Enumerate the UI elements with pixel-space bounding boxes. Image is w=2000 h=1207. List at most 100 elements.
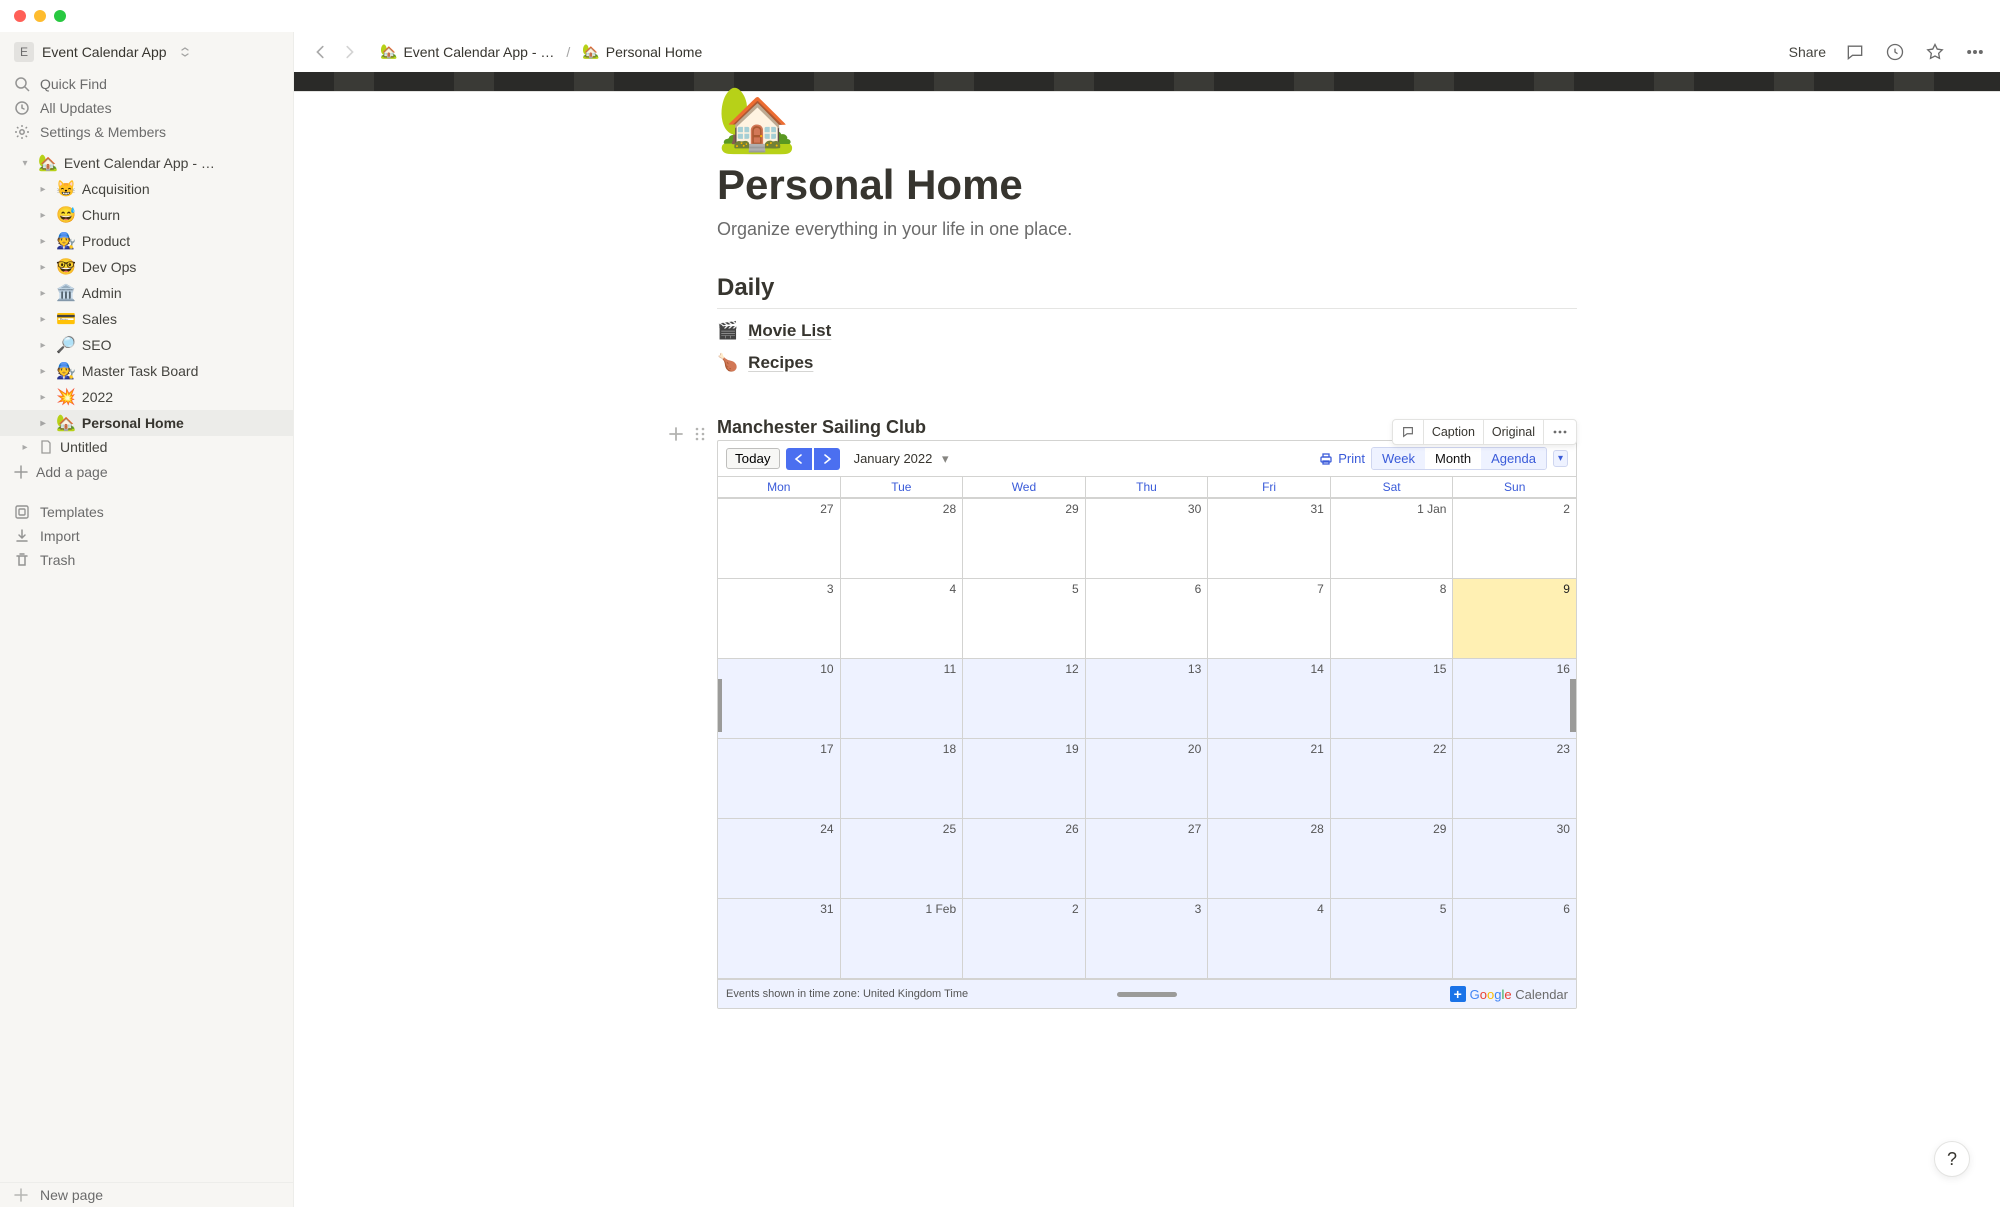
chevron-right-icon[interactable]: ▸ [36,236,50,247]
calendar-view-agenda[interactable]: Agenda [1481,448,1546,469]
calendar-day-cell[interactable]: 30 [1086,499,1209,579]
page-link-movie-list[interactable]: 🎬 Movie List [717,321,1577,341]
calendar-next-button[interactable] [814,448,840,470]
calendar-day-cell[interactable]: 5 [1331,899,1454,979]
calendar-day-cell[interactable]: 9 [1453,579,1576,659]
chevron-right-icon[interactable]: ▸ [36,262,50,273]
all-updates[interactable]: All Updates [0,96,293,120]
calendar-day-cell[interactable]: 18 [841,739,964,819]
quick-find[interactable]: Quick Find [0,72,293,96]
embed-original-button[interactable]: Original [1484,420,1544,444]
page-link-recipes[interactable]: 🍗 Recipes [717,353,1577,373]
share-button[interactable]: Share [1789,44,1826,60]
calendar-view-month[interactable]: Month [1425,448,1481,469]
trash-button[interactable]: Trash [0,548,293,572]
breadcrumb-item[interactable]: 🏡 Personal Home [578,41,706,62]
calendar-day-cell[interactable]: 5 [963,579,1086,659]
chevron-right-icon[interactable]: ▸ [36,184,50,195]
chevron-right-icon[interactable]: ▸ [36,288,50,299]
workspace-switcher[interactable]: E Event Calendar App [0,32,293,72]
calendar-day-cell[interactable]: 3 [1086,899,1209,979]
sidebar-item-product[interactable]: ▸🧑‍🔧Product [0,228,293,254]
breadcrumb-item[interactable]: 🏡 Event Calendar App - … [376,41,558,62]
chevron-right-icon[interactable]: ▸ [36,340,50,351]
new-page-button[interactable]: New page [0,1183,293,1207]
nav-forward-button[interactable] [338,41,360,63]
calendar-day-cell[interactable]: 29 [1331,819,1454,899]
chevron-right-icon[interactable]: ▸ [36,418,50,429]
calendar-day-cell[interactable]: 21 [1208,739,1331,819]
sidebar-item-acquisition[interactable]: ▸😸Acquisition [0,176,293,202]
calendar-day-cell[interactable]: 6 [1453,899,1576,979]
calendar-day-cell[interactable]: 2 [1453,499,1576,579]
more-icon[interactable] [1964,41,1986,63]
calendar-day-cell[interactable]: 19 [963,739,1086,819]
calendar-day-cell[interactable]: 27 [1086,819,1209,899]
calendar-day-cell[interactable]: 20 [1086,739,1209,819]
calendar-day-cell[interactable]: 8 [1331,579,1454,659]
updates-icon[interactable] [1884,41,1906,63]
sidebar-item-sales[interactable]: ▸💳Sales [0,306,293,332]
sidebar-untitled-page[interactable]: ▸ Untitled [0,436,293,458]
drag-handle-icon[interactable] [689,423,711,445]
embed-comment-button[interactable] [1393,420,1424,444]
page-title[interactable]: Personal Home [717,161,1577,209]
calendar-today-button[interactable]: Today [726,448,780,469]
calendar-print-button[interactable]: Print [1318,451,1365,467]
calendar-day-cell[interactable]: 6 [1086,579,1209,659]
calendar-view-week[interactable]: Week [1372,448,1425,469]
calendar-prev-button[interactable] [786,448,812,470]
calendar-day-cell[interactable]: 26 [963,819,1086,899]
calendar-day-cell[interactable]: 14 [1208,659,1331,739]
sidebar-item-master-task-board[interactable]: ▸🧑‍🔧Master Task Board [0,358,293,384]
calendar-day-cell[interactable]: 27 [718,499,841,579]
comments-icon[interactable] [1844,41,1866,63]
calendar-day-cell[interactable]: 25 [841,819,964,899]
embed-caption-button[interactable]: Caption [1424,420,1484,444]
calendar-day-cell[interactable]: 23 [1453,739,1576,819]
embed-resize-handle[interactable] [1117,992,1177,997]
calendar-day-cell[interactable]: 11 [841,659,964,739]
embed-more-button[interactable] [1544,420,1576,444]
page-emoji[interactable]: 🏡 [717,82,1577,157]
calendar-day-cell[interactable]: 17 [718,739,841,819]
embed-side-handle[interactable] [718,679,722,732]
calendar-day-cell[interactable]: 28 [1208,819,1331,899]
add-page-button[interactable]: Add a page [0,458,293,486]
chevron-right-icon[interactable]: ▸ [36,314,50,325]
sidebar-tree-root[interactable]: ▾ 🏡 Event Calendar App - … [0,150,293,176]
calendar-day-cell[interactable]: 13 [1086,659,1209,739]
nav-back-button[interactable] [310,41,332,63]
sidebar-item-2022[interactable]: ▸💥2022 [0,384,293,410]
calendar-day-cell[interactable]: 15 [1331,659,1454,739]
google-calendar-badge[interactable]: + Google Calendar [1450,986,1568,1002]
calendar-day-cell[interactable]: 1 Jan [1331,499,1454,579]
calendar-day-cell[interactable]: 29 [963,499,1086,579]
calendar-day-cell[interactable]: 31 [718,899,841,979]
sidebar-item-churn[interactable]: ▸😅Churn [0,202,293,228]
calendar-day-cell[interactable]: 16 [1453,659,1576,739]
calendar-day-cell[interactable]: 22 [1331,739,1454,819]
import-button[interactable]: Import [0,524,293,548]
calendar-day-cell[interactable]: 4 [841,579,964,659]
chevron-right-icon[interactable]: ▸ [36,210,50,221]
page-subtitle[interactable]: Organize everything in your life in one … [717,219,1577,240]
calendar-day-cell[interactable]: 24 [718,819,841,899]
help-button[interactable]: ? [1934,1141,1970,1177]
sidebar-item-personal-home[interactable]: ▸🏡Personal Home [0,410,293,436]
calendar-day-cell[interactable]: 28 [841,499,964,579]
templates-button[interactable]: Templates [0,500,293,524]
chevron-down-icon[interactable]: ▾ [1553,450,1568,467]
sidebar-item-seo[interactable]: ▸🔎SEO [0,332,293,358]
calendar-day-cell[interactable]: 31 [1208,499,1331,579]
calendar-day-cell[interactable]: 4 [1208,899,1331,979]
chevron-right-icon[interactable]: ▸ [36,392,50,403]
settings-members[interactable]: Settings & Members [0,120,293,144]
section-heading-daily[interactable]: Daily [717,274,1577,309]
chevron-right-icon[interactable]: ▸ [18,442,32,453]
calendar-month-label[interactable]: January 2022 ▾ [854,451,949,467]
calendar-day-cell[interactable]: 30 [1453,819,1576,899]
chevron-right-icon[interactable]: ▸ [36,366,50,377]
calendar-day-cell[interactable]: 3 [718,579,841,659]
favorite-icon[interactable] [1924,41,1946,63]
